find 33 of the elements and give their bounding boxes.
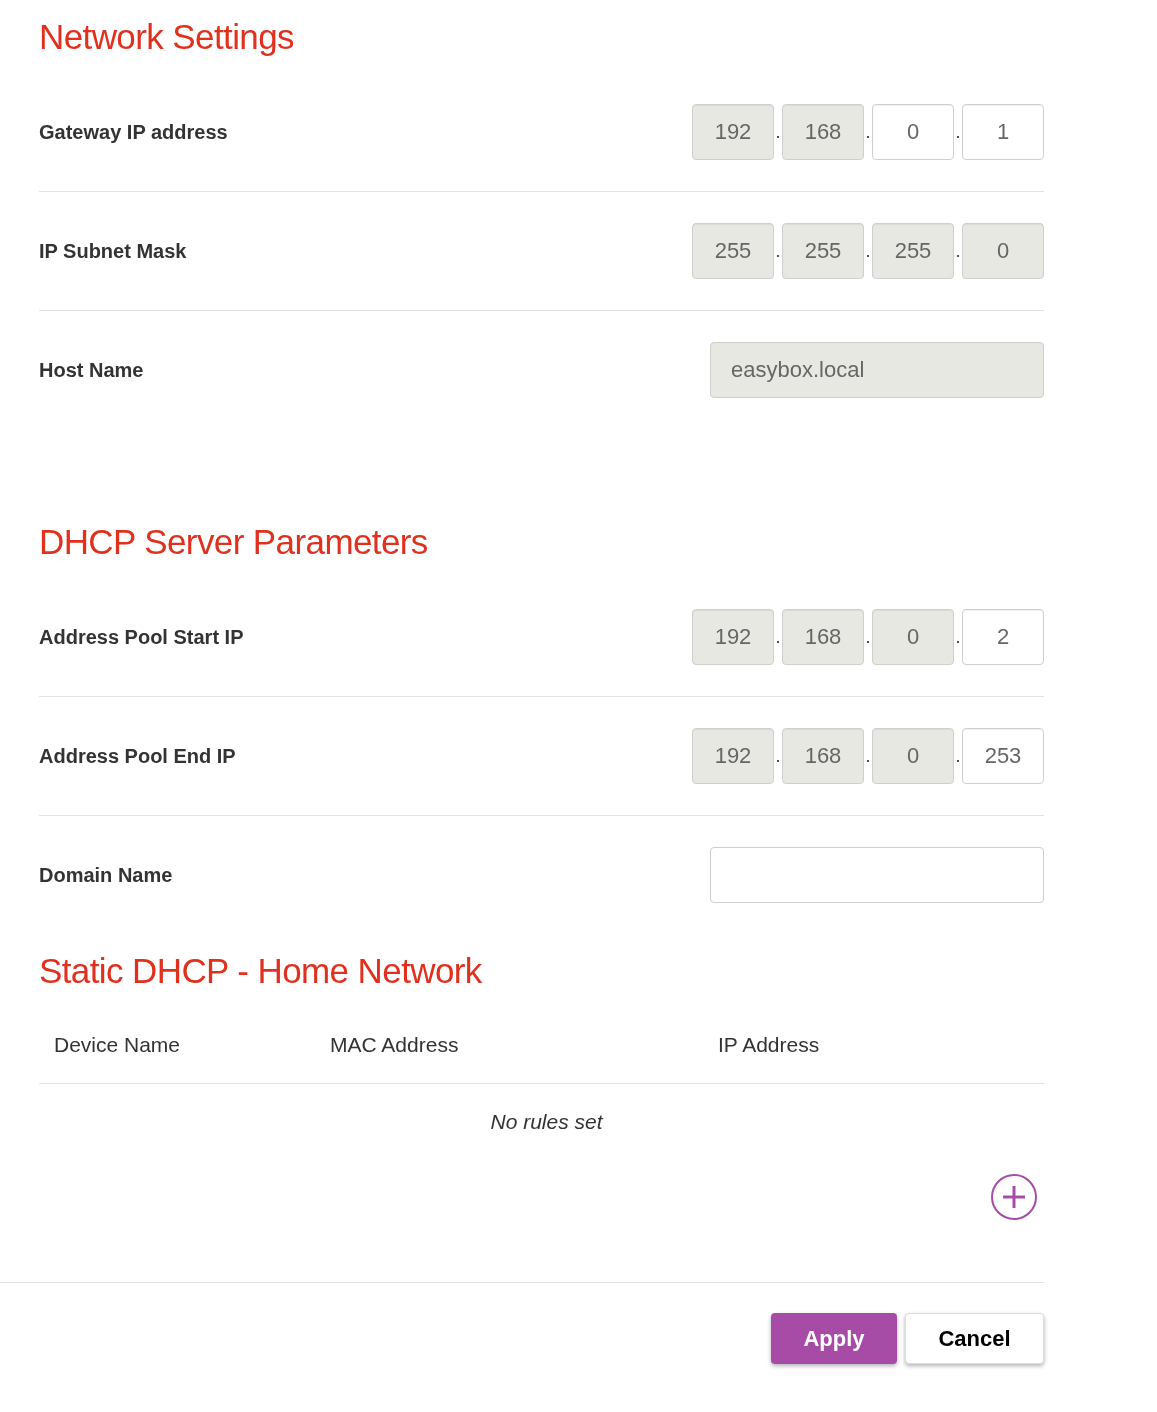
dot-separator: . xyxy=(864,242,872,260)
dot-separator: . xyxy=(774,242,782,260)
octet-field[interactable]: 253 xyxy=(962,728,1044,784)
plus-circle-icon[interactable] xyxy=(991,1174,1037,1220)
dot-separator: . xyxy=(954,242,962,260)
section-title: DHCP Server Parameters xyxy=(39,521,428,562)
column-header: IP Address xyxy=(718,1033,820,1057)
field-label: Address Pool Start IP xyxy=(39,625,244,649)
empty-message: No rules set xyxy=(490,1110,603,1134)
field-label: Gateway IP address xyxy=(39,120,228,144)
field-label: Host Name xyxy=(39,358,144,382)
dot-separator: . xyxy=(864,628,872,646)
column-header: Device Name xyxy=(54,1033,181,1057)
field-label: Address Pool End IP xyxy=(39,744,236,768)
dot-separator: . xyxy=(954,747,962,765)
dot-separator: . xyxy=(864,747,872,765)
field-label: IP Subnet Mask xyxy=(39,239,187,263)
dot-separator: . xyxy=(864,123,872,141)
column-header: MAC Address xyxy=(330,1033,459,1057)
octet-field[interactable]: 2 xyxy=(962,609,1044,665)
section-title: Network Settings xyxy=(39,16,294,57)
dot-separator: . xyxy=(774,123,782,141)
dot-separator: . xyxy=(774,628,782,646)
cancel-button[interactable]: Cancel xyxy=(905,1313,1044,1364)
octet-field[interactable]: 1 xyxy=(962,104,1044,160)
section-title: Static DHCP - Home Network xyxy=(39,950,482,991)
octet-field[interactable]: 0 xyxy=(872,104,954,160)
dot-separator: . xyxy=(954,123,962,141)
apply-button[interactable]: Apply xyxy=(771,1313,897,1364)
field-label: Domain Name xyxy=(39,863,173,887)
dot-separator: . xyxy=(774,747,782,765)
input-field[interactable] xyxy=(710,847,1044,903)
dot-separator: . xyxy=(954,628,962,646)
